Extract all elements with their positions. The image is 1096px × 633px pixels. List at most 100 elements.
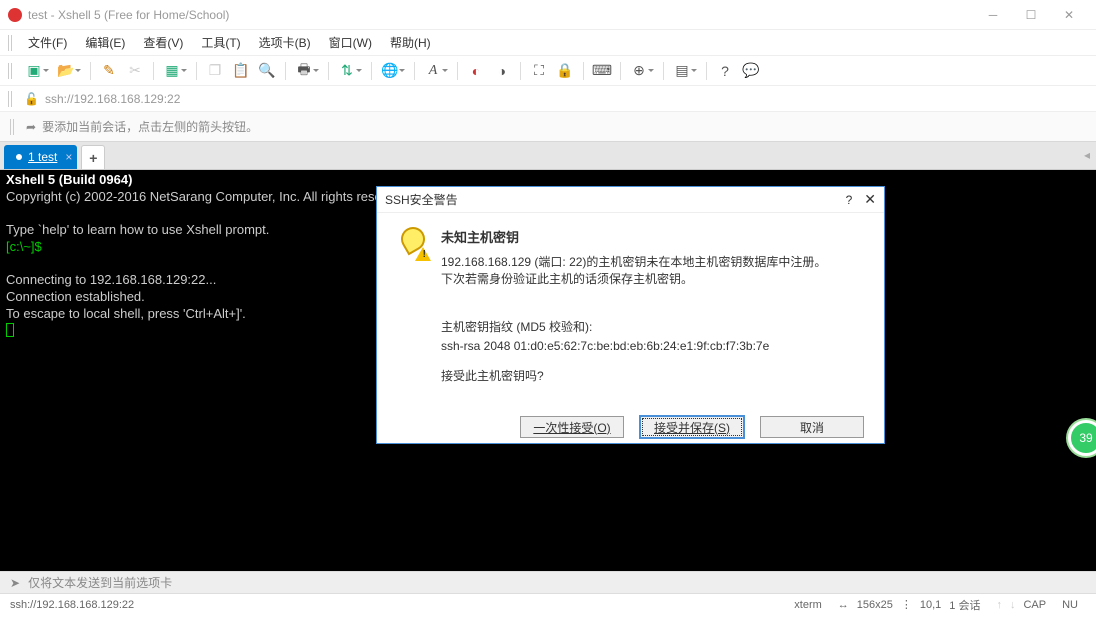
- fullscreen-icon[interactable]: ⛶: [529, 61, 549, 81]
- toolbar: ▣ 📂 ✎ ✂ ▦ ❐ 📋 🔍 🖶 ⇅ 🌐 A ◐ ◑ ⛶ 🔒 ⌨ ⊕ ▤ ? …: [0, 56, 1096, 86]
- keyboard-icon[interactable]: ⌨: [592, 61, 612, 81]
- tab-bar: 1 test × + ◂: [0, 142, 1096, 170]
- open-session-icon[interactable]: 📂: [56, 61, 76, 81]
- new-session-icon[interactable]: ▣: [24, 61, 44, 81]
- separator: [371, 62, 372, 80]
- copy-icon[interactable]: ❐: [205, 61, 225, 81]
- grip-handle[interactable]: [8, 91, 14, 107]
- separator: [583, 62, 584, 80]
- add-icon[interactable]: ⊕: [629, 61, 649, 81]
- app-icon: [8, 8, 22, 22]
- grip-handle[interactable]: [8, 35, 14, 51]
- theme-icon[interactable]: ◑: [492, 61, 512, 81]
- add-tab-button[interactable]: +: [81, 145, 105, 169]
- disconnect-icon[interactable]: ✂: [125, 61, 145, 81]
- floating-badge[interactable]: 39: [1068, 420, 1096, 456]
- fingerprint-value: ssh-rsa 2048 01:d0:e5:62:7c:be:bd:eb:6b:…: [441, 339, 864, 353]
- globe-icon[interactable]: 🌐: [380, 61, 400, 81]
- menubar: 文件(F) 编辑(E) 查看(V) 工具(T) 选项卡(B) 窗口(W) 帮助(…: [0, 30, 1096, 56]
- close-icon[interactable]: ✕: [864, 191, 876, 208]
- lock-icon: 🔓: [24, 92, 39, 106]
- term-prompt: [c:\~]$: [6, 239, 42, 254]
- status-session: 1 会话: [941, 597, 988, 613]
- term-line: Xshell 5 (Build 0964): [6, 172, 132, 187]
- separator: [457, 62, 458, 80]
- scroll-right-icon[interactable]: ◂: [1084, 148, 1090, 162]
- feedback-icon[interactable]: 💬: [741, 61, 761, 81]
- transfer-icon[interactable]: ⇅: [337, 61, 357, 81]
- properties-icon[interactable]: ▦: [162, 61, 182, 81]
- separator: [414, 62, 415, 80]
- separator: [153, 62, 154, 80]
- dialog-heading: 未知主机密钥: [441, 227, 826, 246]
- find-icon[interactable]: 🔍: [257, 61, 277, 81]
- close-tab-icon[interactable]: ×: [65, 150, 72, 164]
- menu-help[interactable]: 帮助(H): [382, 32, 439, 53]
- separator: [706, 62, 707, 80]
- dialog-title: SSH安全警告: [385, 191, 846, 208]
- tab-label: 1 test: [28, 150, 57, 164]
- term-line: Connecting to 192.168.168.129:22...: [6, 272, 216, 287]
- separator: [663, 62, 664, 80]
- dialog-msg2: 下次若需身份验证此主机的话须保存主机密钥。: [441, 271, 826, 288]
- cancel-button[interactable]: 取消: [760, 416, 864, 438]
- close-window-button[interactable]: ✕: [1050, 3, 1088, 27]
- lock-icon[interactable]: 🔒: [555, 61, 575, 81]
- send-icon[interactable]: ➤: [10, 576, 20, 590]
- status-term: xterm: [786, 599, 830, 611]
- compose-bar: ➤ 仅将文本发送到当前选项卡: [0, 571, 1096, 593]
- layout-icon[interactable]: ▤: [672, 61, 692, 81]
- menu-edit[interactable]: 编辑(E): [77, 32, 133, 53]
- accept-once-button[interactable]: 一次性接受(O): [520, 416, 624, 438]
- up-icon[interactable]: ↑: [988, 599, 1010, 611]
- dialog-titlebar[interactable]: SSH安全警告 ? ✕: [377, 187, 884, 213]
- grip-handle[interactable]: [8, 63, 14, 79]
- status-pos: 10,1: [920, 599, 941, 611]
- window-title: test - Xshell 5 (Free for Home/School): [28, 8, 974, 22]
- grip-handle[interactable]: [10, 119, 16, 135]
- fingerprint-label: 主机密钥指纹 (MD5 校验和):: [441, 318, 864, 335]
- status-size: 156x25: [857, 599, 893, 611]
- print-icon[interactable]: 🖶: [294, 61, 314, 81]
- menu-window[interactable]: 窗口(W): [321, 32, 380, 53]
- key-warning-icon: !: [397, 227, 429, 259]
- paste-icon[interactable]: 📋: [231, 61, 251, 81]
- hint-text: 要添加当前会话，点击左侧的箭头按钮。: [42, 118, 258, 135]
- status-cap: CAP: [1015, 599, 1054, 611]
- menu-tools[interactable]: 工具(T): [193, 32, 248, 53]
- menu-tabs[interactable]: 选项卡(B): [251, 32, 319, 53]
- window-titlebar: test - Xshell 5 (Free for Home/School) ─…: [0, 0, 1096, 30]
- reconnect-icon[interactable]: ✎: [99, 61, 119, 81]
- color-icon[interactable]: ◐: [466, 61, 486, 81]
- status-path: ssh://192.168.168.129:22: [10, 599, 134, 611]
- term-line: Connection established.: [6, 289, 145, 304]
- ssh-warning-dialog: SSH安全警告 ? ✕ ! 未知主机密钥 192.168.168.129 (端口…: [376, 186, 885, 444]
- term-line: Type `help' to learn how to use Xshell p…: [6, 222, 269, 237]
- font-icon[interactable]: A: [423, 61, 443, 81]
- separator: [620, 62, 621, 80]
- cursor-icon: [6, 323, 14, 337]
- arrow-icon[interactable]: ➦: [26, 120, 36, 134]
- tab-test[interactable]: 1 test ×: [4, 145, 77, 169]
- separator: [520, 62, 521, 80]
- address-bar: 🔓 ssh://192.168.168.129:22: [0, 86, 1096, 112]
- menu-file[interactable]: 文件(F): [20, 32, 75, 53]
- hint-bar: ➦ 要添加当前会话，点击左侧的箭头按钮。: [0, 112, 1096, 142]
- term-line: To escape to local shell, press 'Ctrl+Al…: [6, 306, 246, 321]
- pos-icon: ⋮: [893, 598, 920, 611]
- help-icon[interactable]: ?: [846, 193, 853, 207]
- term-line: Copyright (c) 2002-2016 NetSarang Comput…: [6, 189, 411, 204]
- separator: [328, 62, 329, 80]
- accept-save-button[interactable]: 接受并保存(S): [640, 416, 744, 438]
- menu-view[interactable]: 查看(V): [135, 32, 191, 53]
- status-num: NU: [1054, 599, 1086, 611]
- help-icon[interactable]: ?: [715, 61, 735, 81]
- separator: [196, 62, 197, 80]
- minimize-button[interactable]: ─: [974, 3, 1012, 27]
- address-text[interactable]: ssh://192.168.168.129:22: [45, 92, 180, 106]
- dialog-question: 接受此主机密钥吗?: [441, 367, 864, 384]
- compose-hint[interactable]: 仅将文本发送到当前选项卡: [28, 574, 172, 591]
- status-dot-icon: [16, 154, 22, 160]
- maximize-button[interactable]: ☐: [1012, 3, 1050, 27]
- separator: [90, 62, 91, 80]
